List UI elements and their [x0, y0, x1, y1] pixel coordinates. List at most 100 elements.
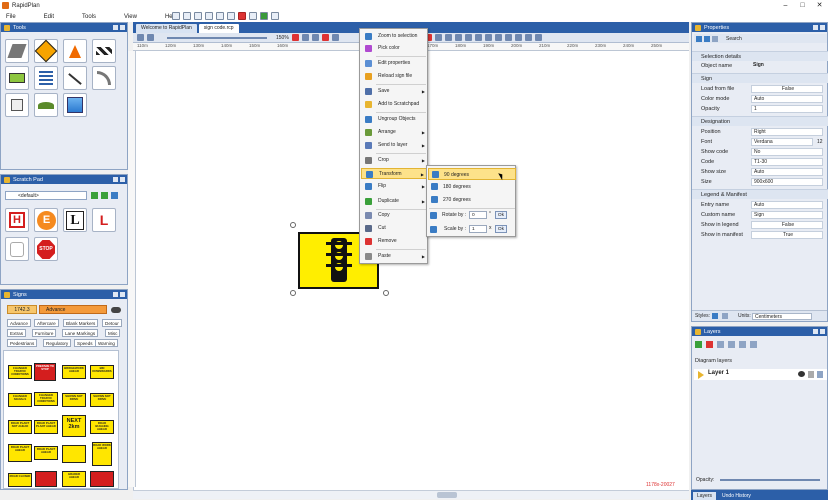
table-icon[interactable]	[34, 66, 58, 90]
units-select[interactable]: Centimeters	[752, 313, 812, 320]
zoom-out-icon[interactable]	[301, 34, 309, 41]
menu-edit[interactable]: Edit	[38, 14, 60, 20]
settings-icon[interactable]	[249, 12, 257, 20]
barrier-icon[interactable]	[92, 39, 116, 63]
entry-name-select[interactable]: Auto	[751, 201, 823, 209]
menu-ungroup-objects[interactable]: Ungroup Objects	[361, 114, 428, 125]
add-layer-icon[interactable]	[695, 341, 702, 348]
show-in-manifest-value[interactable]: True	[751, 231, 823, 239]
layer-icon[interactable]	[444, 34, 452, 41]
menu-remove[interactable]: Remove	[361, 236, 428, 247]
sign-item[interactable]: ROAD PLANT PLANT AHEAD	[34, 420, 58, 434]
category-aftercare[interactable]: Aftercare	[34, 319, 59, 327]
rotate-handle-icon[interactable]	[290, 222, 296, 228]
category-regulatory[interactable]: Regulatory	[43, 339, 72, 347]
filter-icon[interactable]	[321, 34, 329, 41]
menu-copy[interactable]: Copy	[361, 210, 428, 221]
sort-icon[interactable]	[696, 35, 702, 42]
arrow-icon[interactable]	[484, 34, 492, 41]
panel-pin-icon[interactable]	[113, 25, 118, 30]
distribute-icon[interactable]	[454, 34, 462, 41]
menu-tools[interactable]: Tools	[76, 14, 102, 20]
layer-settings-icon[interactable]	[750, 341, 757, 348]
traffic-signal-sign-icon[interactable]	[62, 445, 86, 463]
category-warning[interactable]: Warning	[95, 339, 118, 347]
layer-down-icon[interactable]	[728, 341, 735, 348]
category-extras[interactable]: Extras	[7, 329, 27, 337]
sign-item[interactable]: ROAD PLANT AHEAD	[34, 446, 58, 460]
panel-pin-icon[interactable]	[113, 177, 118, 182]
category-pedestrians[interactable]: Pedestrians	[7, 339, 38, 347]
sign-item-red[interactable]	[90, 471, 114, 487]
binoculars-icon[interactable]	[111, 305, 121, 314]
undo-icon[interactable]	[137, 34, 144, 41]
position-select[interactable]: Right	[751, 128, 823, 136]
forward-icon[interactable]	[101, 192, 108, 199]
rotate-icon[interactable]	[524, 34, 532, 41]
panel-pin-icon[interactable]	[813, 329, 818, 334]
stop-sign-icon[interactable]: STOP	[34, 237, 58, 261]
menu-duplicate[interactable]: Duplicate ▶	[361, 196, 428, 207]
measure-icon[interactable]	[63, 66, 87, 90]
font-size-value[interactable]: 12	[817, 137, 823, 147]
layer-merge-icon[interactable]	[739, 341, 746, 348]
sign-item[interactable]: CHANGED TRAFFIC CONDITIONS	[8, 365, 32, 379]
show-size-select[interactable]: Auto	[751, 168, 823, 176]
sign-item[interactable]: ROAD PLANT NOT AHEAD	[8, 420, 32, 434]
category-lane-markings[interactable]: Lane Markings	[62, 329, 99, 337]
category-detour[interactable]: Detour	[102, 319, 122, 327]
layer-row[interactable]: Layer 1	[694, 369, 827, 380]
delete-layer-icon[interactable]	[706, 341, 713, 348]
curve-road-icon[interactable]	[92, 66, 116, 90]
flip-icon[interactable]	[514, 34, 522, 41]
canvas-horizontal-scrollbar[interactable]	[133, 490, 689, 499]
visibility-icon[interactable]	[798, 371, 805, 377]
align-icon[interactable]	[434, 34, 442, 41]
sync-icon[interactable]	[111, 192, 118, 199]
sign-category-tab[interactable]: Advance	[39, 305, 107, 314]
menu-send-to-layer[interactable]: Send to layer ▶	[361, 140, 428, 151]
scratch-item-red-l-sign[interactable]: L	[92, 208, 116, 232]
show-code-select[interactable]: No	[751, 148, 823, 156]
code-input[interactable]: T1-30	[751, 158, 823, 166]
menu-flip[interactable]: Flip ▶	[361, 181, 428, 192]
sign-item[interactable]: ROAD WORK AHEAD	[92, 442, 112, 466]
scale-ok-button[interactable]: Ok	[495, 225, 507, 233]
cones-icon[interactable]	[63, 39, 87, 63]
road-tool-icon[interactable]	[5, 39, 29, 63]
delete-icon[interactable]	[238, 12, 246, 20]
panel-close-icon[interactable]	[120, 25, 125, 30]
print-layer-icon[interactable]	[817, 371, 823, 378]
menu-file[interactable]: File	[0, 14, 22, 20]
lock-icon[interactable]	[474, 34, 482, 41]
load-from-file-value[interactable]: False	[751, 85, 823, 93]
sign-item[interactable]: BRIDGEWORK AHEAD	[62, 365, 86, 379]
menu-paste[interactable]: Paste ▶	[361, 251, 428, 262]
add-icon[interactable]	[91, 192, 98, 199]
open-icon[interactable]	[194, 12, 202, 20]
sign-item[interactable]: CHANGED TRAFFIC CONDITIONS	[34, 392, 58, 406]
rotate-by-input[interactable]: 0	[469, 211, 487, 219]
category-icon[interactable]	[704, 35, 710, 42]
properties-search[interactable]: Search	[726, 36, 742, 42]
sign-item[interactable]: BIN DOWNWARDS	[90, 365, 114, 379]
menu-add-to-scratchpad[interactable]: Add to Scratchpad	[361, 99, 428, 110]
grid-icon[interactable]	[331, 34, 339, 41]
tab-layers[interactable]: Layers	[693, 492, 717, 500]
tab-sign-code[interactable]: sign code.rcp	[198, 24, 239, 33]
scratch-item-blank-sign[interactable]	[5, 237, 29, 261]
menu-reload-sign-file[interactable]: Reload sign file	[361, 71, 428, 82]
print-icon[interactable]	[216, 12, 224, 20]
panel-close-icon[interactable]	[820, 25, 825, 30]
menu-crop[interactable]: Crop ▶	[361, 155, 428, 166]
layer-opacity-slider[interactable]	[720, 479, 820, 481]
sign-item[interactable]: ROAD CLOSED	[8, 473, 32, 487]
rotate-270-item[interactable]: 270 degrees	[428, 194, 516, 206]
panel-close-icon[interactable]	[120, 292, 125, 297]
vehicle-icon[interactable]	[5, 66, 29, 90]
sign-item-red[interactable]	[35, 471, 57, 487]
redo-icon[interactable]	[147, 34, 154, 41]
custom-name-input[interactable]: Sign	[751, 211, 823, 219]
new-doc-icon[interactable]	[183, 12, 191, 20]
worker-sign-icon[interactable]	[34, 39, 58, 63]
